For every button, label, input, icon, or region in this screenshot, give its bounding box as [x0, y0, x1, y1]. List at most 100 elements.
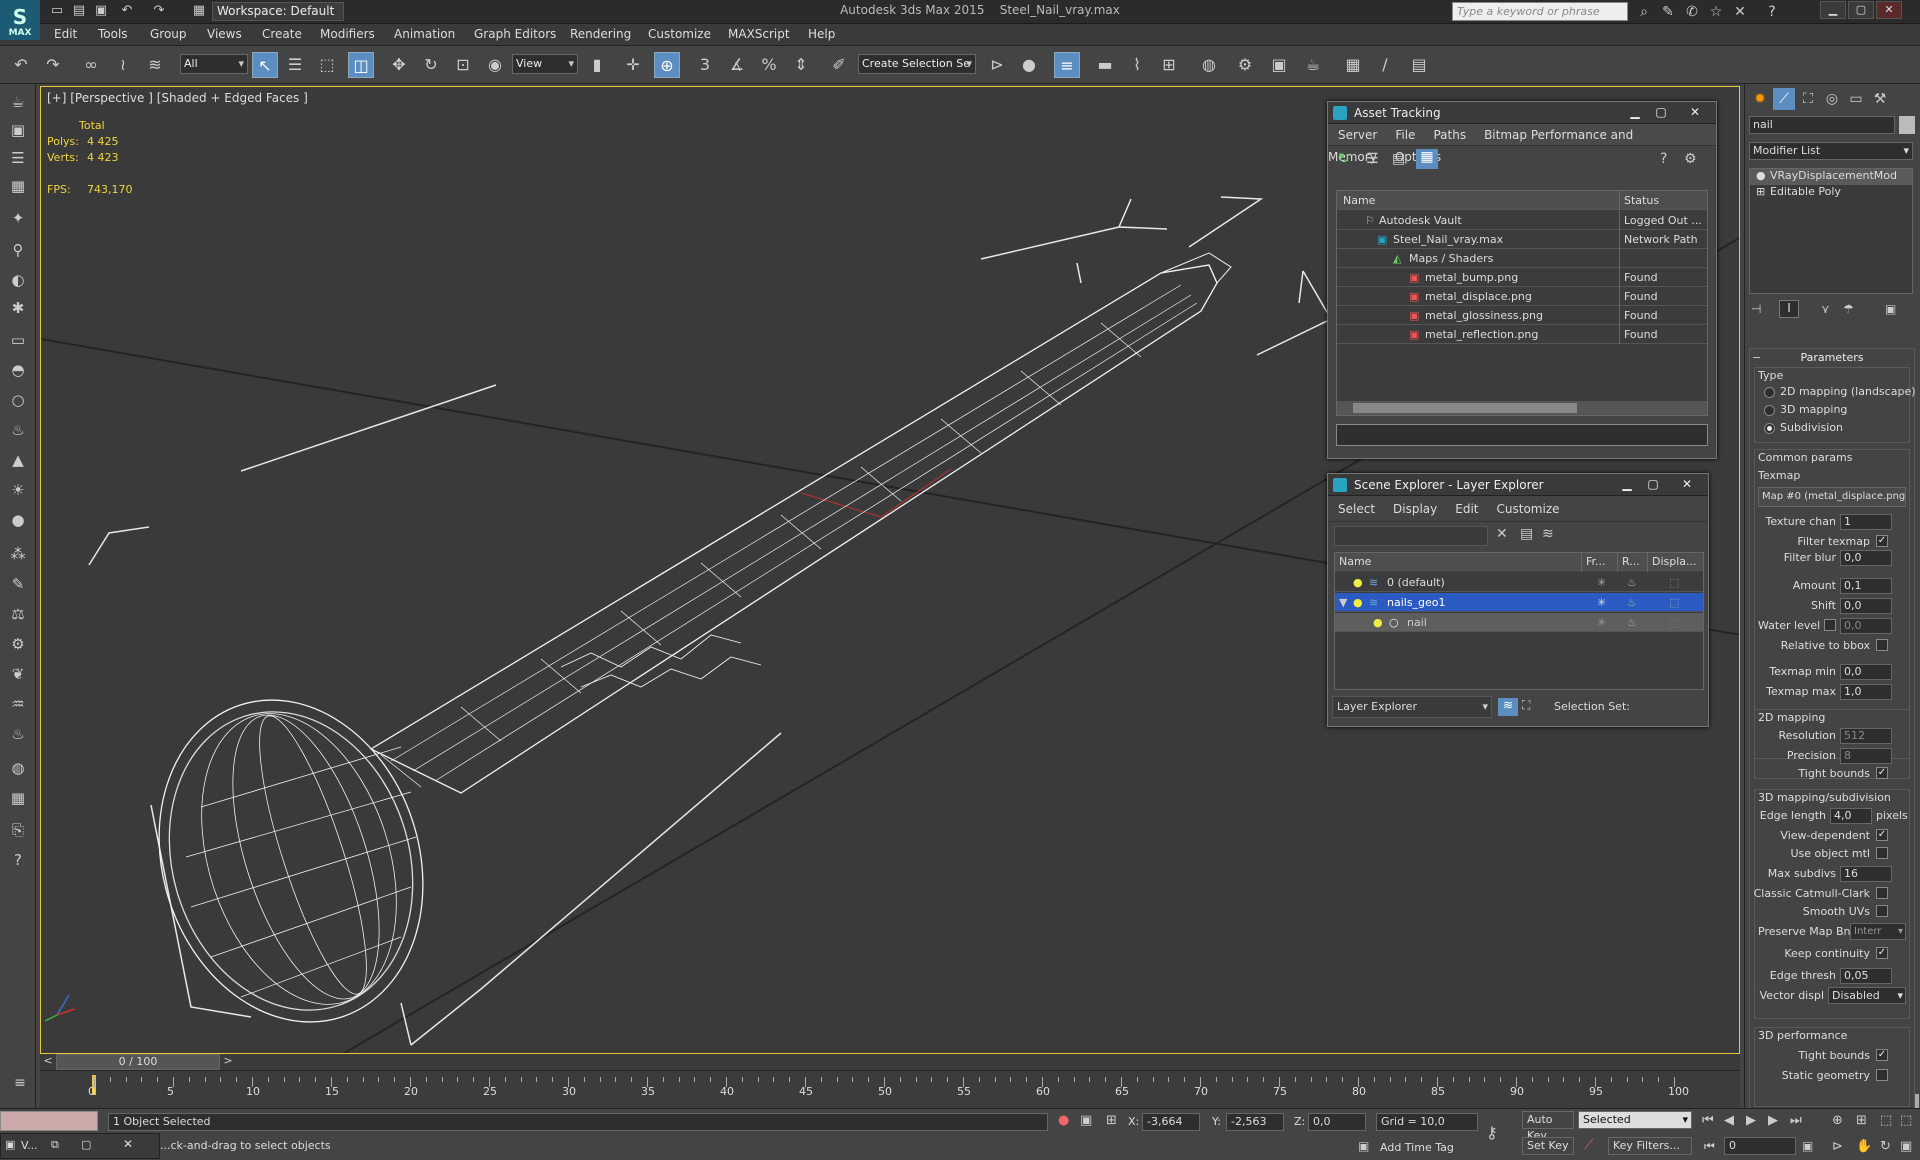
maximize-icon[interactable]: ▢	[81, 1138, 91, 1151]
zoom-all-icon[interactable]: ⊞	[1856, 1113, 1867, 1128]
table-row[interactable]: ▣ metal_bump.png Found	[1337, 268, 1707, 287]
angle-snap-icon[interactable]: ∡	[724, 52, 750, 78]
walk-icon[interactable]: ⚲	[6, 238, 30, 262]
zoom-icon[interactable]: ⊕	[1832, 1113, 1843, 1128]
render-icon[interactable]: ▣	[6, 118, 30, 142]
table-row[interactable]: ▣ metal_reflection.png Found	[1337, 325, 1707, 344]
search-input[interactable]	[1334, 526, 1488, 546]
utilities-tab-icon[interactable]: ⚒	[1869, 88, 1891, 110]
maximize-button[interactable]: ▢	[1642, 476, 1664, 493]
texmap-button[interactable]: Map #0 (metal_displace.png)	[1758, 487, 1906, 507]
bind-spacewarp-icon[interactable]: ≋	[142, 52, 168, 78]
viewport-label[interactable]: [+] [Perspective ] [Shaded + Edged Faces…	[47, 91, 308, 105]
object-name-field[interactable]: nail	[1749, 116, 1895, 134]
stack-item-editable-poly[interactable]: ⊞ Editable Poly	[1750, 185, 1912, 201]
subscription-icon[interactable]: ✎	[1658, 3, 1678, 21]
menu-edit[interactable]: Edit	[54, 27, 77, 41]
layer-explorer-icon[interactable]: ≡	[1054, 52, 1080, 78]
pan-icon[interactable]: ✋	[1856, 1139, 1872, 1154]
menu-rendering[interactable]: Rendering	[570, 27, 631, 41]
col-freeze[interactable]: Fr...	[1581, 553, 1606, 572]
maxscript-listener[interactable]	[0, 1111, 98, 1131]
list-view-icon[interactable]: ☰	[1366, 151, 1379, 167]
table-row[interactable]: ◭ Maps / Shaders	[1337, 249, 1707, 268]
use-object-mtl-checkbox[interactable]	[1876, 847, 1888, 859]
menu-display[interactable]: Display	[1393, 502, 1437, 516]
flow-icon[interactable]: ⚖	[6, 602, 30, 626]
key-mode-toggle-icon[interactable]: ⏮	[1704, 1139, 1715, 1154]
close-button[interactable]: ✕	[1684, 104, 1706, 121]
filter-texmap-checkbox[interactable]: ✓	[1876, 535, 1888, 547]
teapot-small-icon[interactable]: ♨	[6, 418, 30, 442]
box-icon[interactable]: ▭	[6, 328, 30, 352]
scale-icon[interactable]: ⊡	[450, 52, 476, 78]
maximize-button[interactable]: ▢	[1650, 104, 1672, 121]
scene-explorer-window[interactable]: Scene Explorer - Layer Explorer ▁ ▢ ✕ Se…	[1327, 473, 1709, 727]
mirror-icon[interactable]: ⊳	[984, 52, 1010, 78]
time-slider-thumb[interactable]: 0 / 100	[56, 1054, 220, 1070]
resolution-spinner[interactable]: 512	[1840, 728, 1892, 744]
move-icon[interactable]: ✥	[386, 52, 412, 78]
detail-view-icon[interactable]: ▤	[1392, 151, 1405, 167]
select-manipulate-icon[interactable]: ✛	[620, 52, 646, 78]
render-teapot-icon[interactable]: ♨	[1627, 613, 1637, 632]
app-logo[interactable]: S MAX	[0, 0, 40, 40]
selection-filter-dropdown[interactable]: All	[180, 54, 248, 74]
curve-editor-icon[interactable]: ⌇	[1124, 52, 1150, 78]
pin-stack-icon[interactable]: ⊣	[1751, 302, 1761, 316]
search-input[interactable]: Type a keyword or phrase	[1452, 2, 1628, 21]
schematic-view-icon[interactable]: ⊞	[1156, 52, 1182, 78]
grid-icon[interactable]: ▦	[6, 786, 30, 810]
configure-sets-icon[interactable]: ▣	[1885, 302, 1896, 316]
add-time-tag-button[interactable]: Add Time Tag	[1380, 1141, 1454, 1154]
paint-icon[interactable]: ∕	[1372, 52, 1398, 78]
redo-icon[interactable]: ↷	[40, 52, 66, 78]
next-frame-icon[interactable]: >	[220, 1054, 236, 1070]
play-icon[interactable]: ▶	[1746, 1113, 1756, 1128]
orbit-icon[interactable]: ↻	[1880, 1139, 1891, 1154]
water-level-checkbox[interactable]	[1824, 619, 1836, 631]
zoom-extents-icon[interactable]: ⬚	[1880, 1113, 1892, 1128]
undo-icon[interactable]: ↶	[118, 2, 136, 20]
particles-icon[interactable]: ⁂	[6, 542, 30, 566]
table-row[interactable]: ⚐ Autodesk Vault Logged Out ...	[1337, 211, 1707, 230]
y-coord-field[interactable]: -2,563	[1226, 1113, 1284, 1131]
parameters-title[interactable]: Parameters	[1750, 351, 1914, 364]
gear-icon[interactable]: ⚙	[6, 632, 30, 656]
menu-animation[interactable]: Animation	[394, 27, 455, 41]
select-object-icon[interactable]: ↖	[252, 52, 278, 78]
cone-icon[interactable]: ▲	[6, 448, 30, 472]
menu-server[interactable]: Server	[1338, 128, 1377, 142]
fur-icon[interactable]: ♨	[6, 722, 30, 746]
gizmo-icon[interactable]: ✱	[6, 296, 30, 320]
sun-icon[interactable]: ☀	[6, 478, 30, 502]
radio-2d-mapping[interactable]	[1764, 387, 1775, 398]
stack-item-vray-displacement[interactable]: ● VRayDisplacementMod	[1750, 169, 1912, 185]
redo-icon[interactable]: ↷	[150, 2, 168, 20]
render-teapot-icon[interactable]: ♨	[1627, 573, 1637, 592]
keyboard-shortcut-icon[interactable]: ⊕	[654, 52, 680, 78]
isolate-icon[interactable]: ●	[1058, 1113, 1069, 1128]
sphere-icon[interactable]: ○	[6, 388, 30, 412]
list-icon[interactable]: ☰	[6, 146, 30, 170]
minimize-button[interactable]: ▁	[1624, 104, 1646, 121]
save-file-icon[interactable]: ▣	[92, 2, 110, 20]
modifier-list-dropdown[interactable]: Modifier List ▾	[1749, 142, 1913, 160]
table-row[interactable]: ▼ ● ≋ nails_geo1 ✳ ♨ ⬚	[1335, 593, 1703, 612]
tight-bounds-checkbox[interactable]: ✓	[1876, 767, 1888, 779]
key-mode-dropdown[interactable]: Selected ▾	[1578, 1111, 1692, 1129]
named-selection-dropdown[interactable]: Create Selection Se	[858, 54, 976, 74]
texmap-max-spinner[interactable]: 1,0	[1840, 684, 1892, 700]
display-box-icon[interactable]: ⬚	[1669, 593, 1679, 612]
key-filters-button[interactable]: Key Filters...	[1608, 1137, 1692, 1155]
workspace-dropdown[interactable]: Workspace: Default	[212, 2, 344, 21]
set-keys-icon[interactable]: ⟋	[1584, 1137, 1594, 1153]
scrollbar-thumb[interactable]	[1353, 403, 1577, 413]
edge-thresh-spinner[interactable]: 0,05	[1840, 968, 1892, 984]
rotate-icon[interactable]: ↻	[418, 52, 444, 78]
menu-customize[interactable]: Customize	[1497, 502, 1560, 516]
place-icon[interactable]: ◉	[482, 52, 508, 78]
teapot-icon[interactable]: ☕	[6, 90, 30, 114]
col-display[interactable]: Displa...	[1647, 553, 1697, 572]
window-crossing-icon[interactable]: ◫	[348, 52, 374, 78]
